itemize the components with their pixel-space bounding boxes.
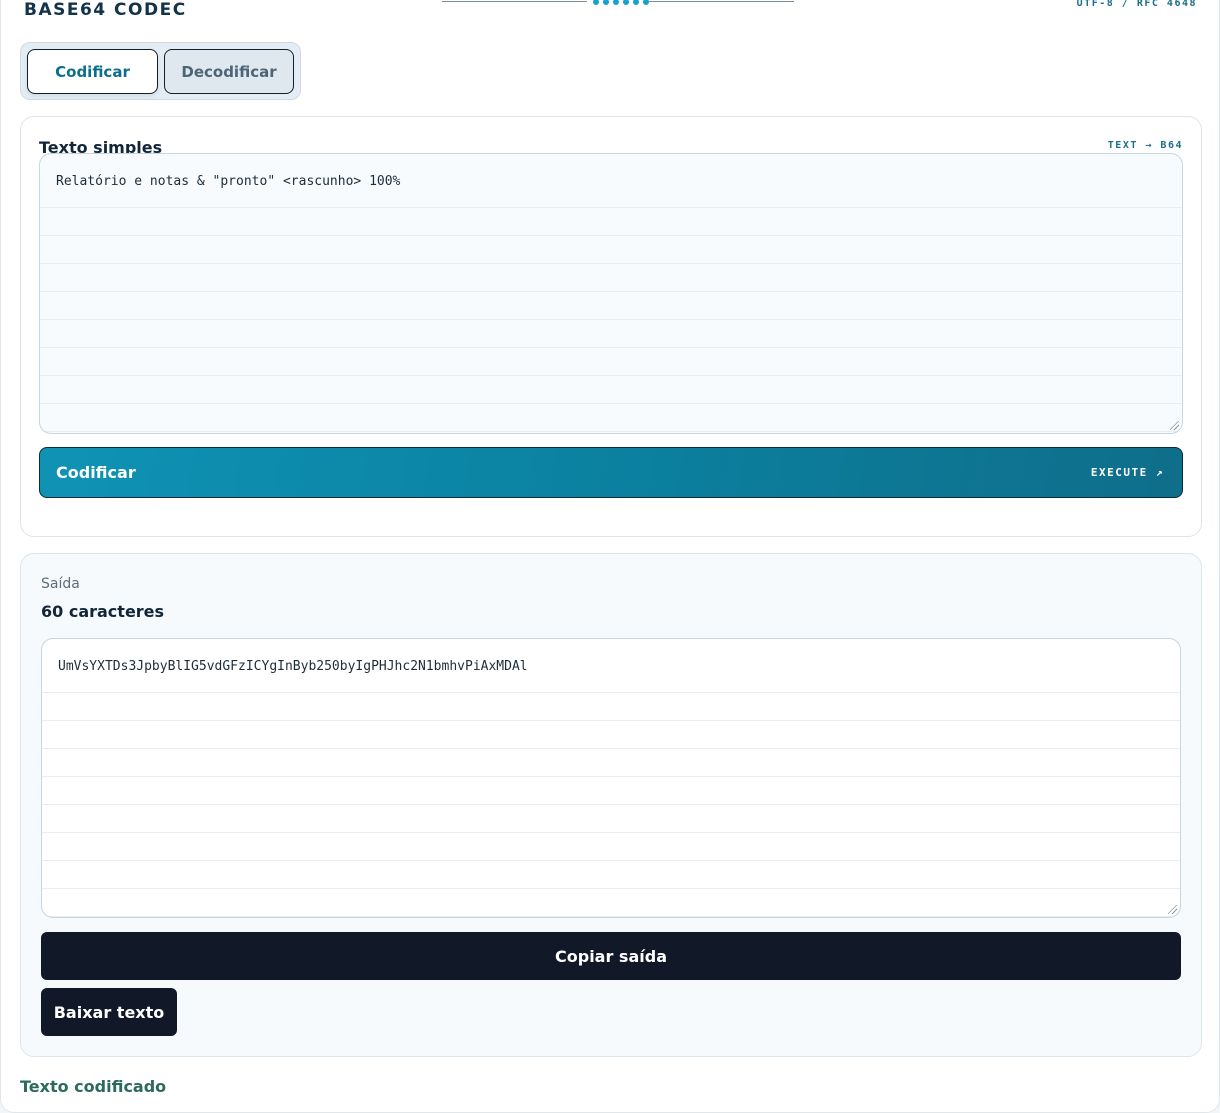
rail-dot bbox=[603, 0, 609, 5]
resize-grip-icon[interactable] bbox=[1168, 905, 1177, 914]
rail-dot bbox=[593, 0, 599, 5]
encode-button[interactable]: Codificar EXECUTE ↗ bbox=[39, 447, 1183, 498]
encoding-spec: UTF-8 / RFC 4648 bbox=[1076, 0, 1197, 9]
codec-app: BASE64 CODEC UTF-8 / RFC 4648 Codificar … bbox=[0, 0, 1220, 1113]
encode-button-label: Codificar bbox=[56, 463, 136, 482]
app-brand: BASE64 CODEC bbox=[24, 0, 187, 20]
rail-line-left bbox=[442, 1, 587, 2]
rail-dot bbox=[623, 0, 629, 5]
tab-encode[interactable]: Codificar bbox=[27, 49, 158, 94]
output-textarea[interactable]: UmVsYXTDs3JpbyBlIG5vdGFzICYgInByb250byIg… bbox=[41, 638, 1181, 918]
rail-dots bbox=[593, 0, 649, 5]
execute-hint: EXECUTE ↗ bbox=[1090, 466, 1164, 479]
output-label: Saída bbox=[41, 576, 80, 592]
output-card: Saída 60 caracteres UmVsYXTDs3JpbyBlIG5v… bbox=[20, 553, 1202, 1057]
rail-dot bbox=[633, 0, 639, 5]
rail-line-right bbox=[649, 1, 794, 2]
download-text-button[interactable]: Baixar texto bbox=[41, 988, 177, 1036]
status-message: Texto codificado bbox=[20, 1077, 167, 1096]
tab-decode[interactable]: Decodificar bbox=[164, 49, 294, 94]
mode-tabs: Codificar Decodificar bbox=[20, 42, 301, 100]
plain-text-input[interactable]: Relatório e notas & "pronto" <rascunho> … bbox=[39, 153, 1183, 434]
progress-rail bbox=[442, 0, 794, 5]
resize-grip-icon[interactable] bbox=[1170, 421, 1179, 430]
rail-dot bbox=[613, 0, 619, 5]
copy-output-button[interactable]: Copiar saída bbox=[41, 932, 1181, 980]
output-char-count: 60 caracteres bbox=[41, 602, 165, 621]
input-card: Texto simples TEXT → B64 Relatório e not… bbox=[20, 116, 1202, 537]
input-mode-tag: TEXT → B64 bbox=[1107, 140, 1183, 151]
